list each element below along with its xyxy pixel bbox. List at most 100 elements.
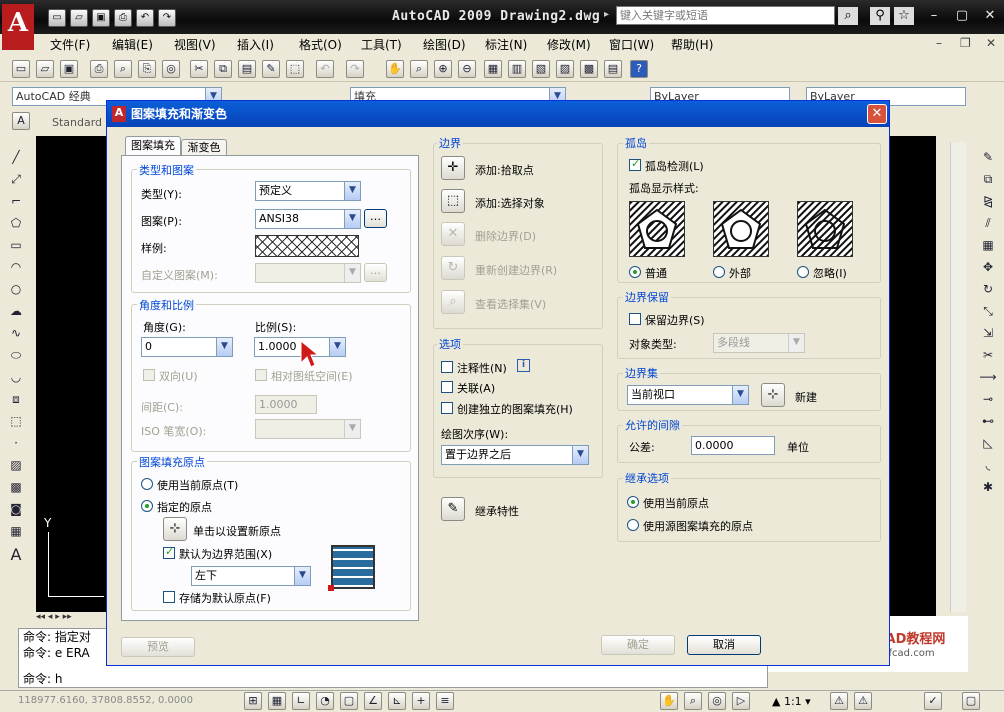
calculator-icon[interactable]: ▤ xyxy=(604,60,622,78)
island-outer-radio[interactable] xyxy=(713,266,725,278)
inherit-current-origin-radio[interactable] xyxy=(627,496,639,508)
move-icon[interactable]: ✥ xyxy=(978,258,998,276)
save-file-icon[interactable]: ▣ xyxy=(60,60,78,78)
close-icon[interactable]: ✕ xyxy=(980,7,1000,25)
search-input[interactable]: 键入关键字或短语 xyxy=(616,6,835,25)
menu-insert[interactable]: 插入(I) xyxy=(237,36,274,53)
toolbar-undo-icon[interactable]: ↶ xyxy=(316,60,334,78)
vertical-scrollbar[interactable] xyxy=(950,142,966,612)
auto-scale-icon[interactable]: ⚠ xyxy=(854,692,872,710)
search-icon[interactable]: ⌕ xyxy=(838,7,858,25)
island-normal-preview[interactable] xyxy=(629,201,685,257)
mirror-icon[interactable]: ⧎ xyxy=(978,192,998,210)
menu-edit[interactable]: 编辑(E) xyxy=(112,36,153,53)
menu-dimension[interactable]: 标注(N) xyxy=(485,36,527,53)
maximize-icon[interactable]: ▢ xyxy=(952,7,972,25)
polygon-icon[interactable]: ⬠ xyxy=(6,214,26,232)
scale-icon[interactable]: ⤡ xyxy=(978,302,998,320)
info-icon[interactable]: i xyxy=(517,359,530,372)
menu-view[interactable]: 视图(V) xyxy=(174,36,216,53)
rotate-icon[interactable]: ↻ xyxy=(978,280,998,298)
layout-tabs[interactable]: ◂◂ ◂ ▸ ▸▸ xyxy=(36,612,106,626)
zoom-status-icon[interactable]: ⌕ xyxy=(684,692,702,710)
tolerance-input[interactable]: 0.0000 xyxy=(691,436,775,455)
favorites-star-icon[interactable]: ☆ xyxy=(894,7,914,25)
region-icon[interactable]: ◙ xyxy=(6,500,26,518)
separate-hatches-checkbox[interactable] xyxy=(441,402,453,414)
use-current-origin-radio[interactable] xyxy=(141,478,153,490)
rectangle-icon[interactable]: ▭ xyxy=(6,236,26,254)
pattern-browse-button[interactable]: … xyxy=(364,209,387,228)
draw-order-select[interactable]: 置于边界之后 ▼ xyxy=(441,445,589,465)
arc-icon[interactable]: ◠ xyxy=(6,258,26,276)
erase-icon[interactable]: ✎ xyxy=(978,148,998,166)
print-icon[interactable]: ⎙ xyxy=(114,9,132,27)
annotative-checkbox[interactable] xyxy=(441,361,453,373)
undo-icon[interactable]: ↶ xyxy=(136,9,154,27)
island-ignore-radio[interactable] xyxy=(797,266,809,278)
markup-icon[interactable]: ▩ xyxy=(580,60,598,78)
specified-origin-radio[interactable] xyxy=(141,500,153,512)
annotation-scale[interactable]: ▲ 1:1 ▾ xyxy=(772,695,811,708)
circle-icon[interactable]: ○ xyxy=(6,280,26,298)
new-icon[interactable]: ▭ xyxy=(48,9,66,27)
help-icon[interactable]: ? xyxy=(630,60,648,78)
polar-icon[interactable]: ◔ xyxy=(316,692,334,710)
menu-tools[interactable]: 工具(T) xyxy=(361,36,402,53)
offset-icon[interactable]: ⫽ xyxy=(978,214,998,232)
chamfer-icon[interactable]: ◺ xyxy=(978,434,998,452)
ellipse-icon[interactable]: ⬭ xyxy=(6,346,26,364)
3d-dwf-icon[interactable]: ◎ xyxy=(162,60,180,78)
retain-boundaries-checkbox[interactable] xyxy=(629,313,641,325)
object-type-select[interactable]: 多段线 ▼ xyxy=(713,333,805,353)
menu-file[interactable]: 文件(F) xyxy=(50,36,90,53)
tab-hatch[interactable]: 图案填充 xyxy=(125,136,181,155)
add-pick-points-button[interactable]: ✛ xyxy=(441,156,465,180)
cancel-button[interactable]: 取消 xyxy=(687,635,761,655)
angle-select[interactable]: 0 ▼ xyxy=(141,337,233,357)
ok-button[interactable]: 确定 xyxy=(601,635,675,655)
set-origin-button[interactable]: ⊹ xyxy=(163,517,187,541)
grid-icon[interactable]: ▦ xyxy=(268,692,286,710)
fillet-icon[interactable]: ◟ xyxy=(978,456,998,474)
toolbar-redo-icon[interactable]: ↷ xyxy=(346,60,364,78)
design-center-icon[interactable]: ▥ xyxy=(508,60,526,78)
extend-icon[interactable]: ⟶ xyxy=(978,368,998,386)
type-select[interactable]: 预定义 ▼ xyxy=(255,181,361,201)
double-checkbox[interactable] xyxy=(143,369,155,381)
custom-pattern-browse-button[interactable]: … xyxy=(364,263,387,282)
doc-restore-icon[interactable]: ❐ xyxy=(960,36,971,50)
publish-icon[interactable]: ⎘ xyxy=(138,60,156,78)
ellipse-arc-icon[interactable]: ◡ xyxy=(6,368,26,386)
redo-icon[interactable]: ↷ xyxy=(158,9,176,27)
dialog-close-button[interactable]: ✕ xyxy=(867,104,887,124)
text-style-icon[interactable]: A xyxy=(12,112,30,130)
otrack-icon[interactable]: ∠ xyxy=(364,692,382,710)
spline-icon[interactable]: ∿ xyxy=(6,324,26,342)
stretch-icon[interactable]: ⇲ xyxy=(978,324,998,342)
island-normal-radio[interactable] xyxy=(629,266,641,278)
point-icon[interactable]: · xyxy=(6,434,26,452)
preview-button[interactable]: 预览 xyxy=(121,637,195,657)
copy-icon[interactable]: ⧉ xyxy=(214,60,232,78)
pattern-swatch[interactable] xyxy=(255,235,359,257)
associative-checkbox[interactable] xyxy=(441,381,453,393)
pattern-select[interactable]: ANSI38 ▼ xyxy=(255,209,361,229)
trim-icon[interactable]: ✂ xyxy=(978,346,998,364)
array-icon[interactable]: ▦ xyxy=(978,236,998,254)
relative-paper-checkbox[interactable] xyxy=(255,369,267,381)
paste-icon[interactable]: ▤ xyxy=(238,60,256,78)
steering-wheel-icon[interactable]: ◎ xyxy=(708,692,726,710)
sheet-set-icon[interactable]: ▨ xyxy=(556,60,574,78)
properties-icon[interactable]: ▦ xyxy=(484,60,502,78)
autocad-logo-icon[interactable]: A xyxy=(2,4,34,50)
table-icon[interactable]: ▦ xyxy=(6,522,26,540)
add-select-objects-button[interactable]: ⬚ xyxy=(441,189,465,213)
toolbar-lock-icon[interactable]: ✓ xyxy=(924,692,942,710)
open-file-icon[interactable]: ▱ xyxy=(36,60,54,78)
zoom-realtime-icon[interactable]: ⌕ xyxy=(410,60,428,78)
new-boundary-set-button[interactable]: ⊹ xyxy=(761,383,785,407)
break-icon[interactable]: ⊸ xyxy=(978,390,998,408)
tab-gradient[interactable]: 渐变色 xyxy=(181,139,227,155)
boundary-set-select[interactable]: 当前视口 ▼ xyxy=(627,385,749,405)
